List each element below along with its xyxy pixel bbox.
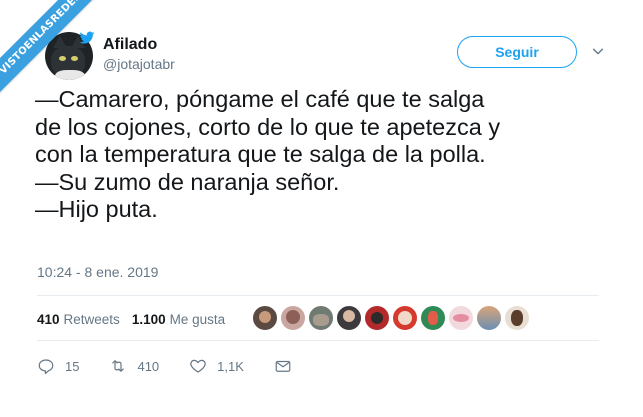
- retweet-count: 410: [137, 358, 160, 374]
- mail-icon: [275, 360, 291, 372]
- heart-icon: [190, 359, 206, 373]
- chevron-down-icon[interactable]: [590, 44, 606, 60]
- author-handle[interactable]: @jotajotabr: [103, 56, 175, 72]
- liker-avatar[interactable]: [280, 305, 306, 331]
- liker-avatar[interactable]: [392, 305, 418, 331]
- liker-avatar[interactable]: [476, 305, 502, 331]
- message-action[interactable]: [274, 357, 302, 375]
- like-count: 1,1K: [217, 358, 244, 374]
- liker-avatar[interactable]: [336, 305, 362, 331]
- retweets-stat[interactable]: 410 Retweets: [37, 312, 120, 327]
- liker-avatar[interactable]: [448, 305, 474, 331]
- tweet-text: —Camarero, póngame el café que te salga …: [35, 86, 501, 222]
- liker-avatar[interactable]: [504, 305, 530, 331]
- divider: [37, 295, 599, 296]
- liker-avatar[interactable]: [308, 305, 334, 331]
- liker-avatar[interactable]: [364, 305, 390, 331]
- tweet-header: Afilado @jotajotabr Seguir: [45, 30, 623, 82]
- reply-icon: [38, 359, 54, 375]
- reply-action[interactable]: 15: [37, 357, 79, 375]
- liker-avatar[interactable]: [420, 305, 446, 331]
- like-action[interactable]: 1,1K: [189, 357, 244, 375]
- liker-avatars: [252, 305, 532, 333]
- author-name[interactable]: Afilado: [103, 36, 157, 54]
- engagement-stats: 410 Retweets 1.100 Me gusta: [37, 302, 237, 336]
- twitter-bird-icon: [79, 30, 97, 46]
- follow-button[interactable]: Seguir: [457, 36, 577, 68]
- tweet-timestamp[interactable]: 10:24 - 8 ene. 2019: [37, 264, 158, 280]
- reply-count: 15: [65, 358, 80, 374]
- tweet-actions: 15 410 1,1K: [37, 354, 332, 378]
- retweets-count: 410: [37, 311, 60, 327]
- likes-label: Me gusta: [169, 311, 226, 327]
- likes-count: 1.100: [131, 311, 166, 327]
- retweet-action[interactable]: 410: [109, 357, 159, 375]
- liker-avatar[interactable]: [252, 305, 278, 331]
- likes-stat[interactable]: 1.100 Me gusta: [132, 312, 225, 327]
- divider: [37, 340, 599, 341]
- retweets-label: Retweets: [63, 311, 120, 327]
- retweet-icon: [112, 360, 125, 372]
